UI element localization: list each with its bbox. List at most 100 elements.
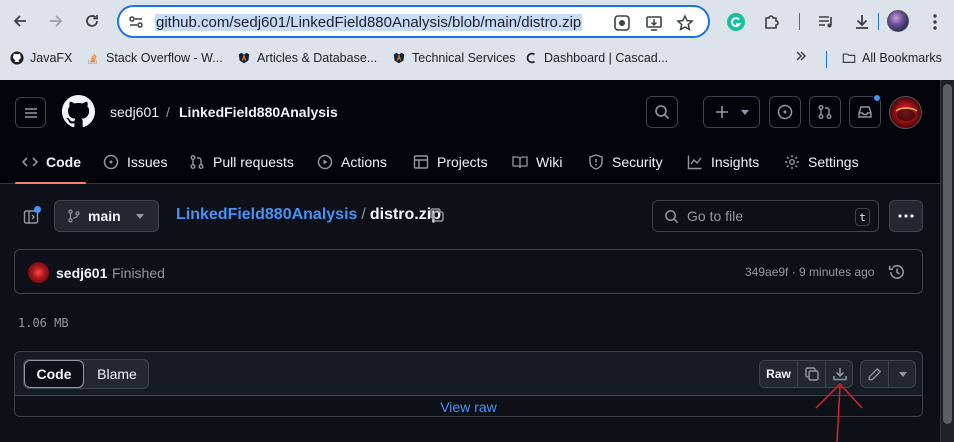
bookmark-label: Stack Overflow - W... <box>106 51 223 65</box>
tab-issues[interactable]: Issues <box>103 140 167 184</box>
play-icon <box>317 154 333 170</box>
tab-projects[interactable]: Projects <box>413 140 488 184</box>
search-button[interactable] <box>646 96 678 128</box>
blame-view-tab[interactable]: Blame <box>86 360 148 388</box>
kebab-horizontal-icon <box>898 214 914 218</box>
double-chevron-right-icon <box>796 51 807 61</box>
owner-repo-separator: / <box>166 104 170 120</box>
tab-actions[interactable]: Actions <box>317 140 387 184</box>
extensions-icon[interactable] <box>760 10 784 34</box>
bookmark-item[interactable]: Technical Services <box>392 51 516 65</box>
tab-settings[interactable]: Settings <box>784 140 859 184</box>
tab-security[interactable]: Security <box>588 140 663 184</box>
tab-insights[interactable]: Insights <box>687 140 759 184</box>
back-button[interactable] <box>7 8 33 34</box>
commit-author[interactable]: sedj601 <box>56 265 107 281</box>
bookmark-star-icon[interactable] <box>675 13 695 33</box>
bookmark-label: Dashboard | Cascad... <box>544 51 669 65</box>
git-pull-request-icon <box>818 105 832 119</box>
latest-commit-bar: sedj601 Finished 349ae9f · 9 minutes ago <box>14 249 923 294</box>
tab-pull-requests[interactable]: Pull requests <box>189 140 294 184</box>
file-tree-indicator-dot <box>34 206 41 213</box>
file-viewer: Code Blame Raw View raw <box>14 351 923 417</box>
github-logo-icon[interactable] <box>62 95 95 128</box>
breadcrumb: LinkedField880Analysis / distro.zip <box>176 206 441 224</box>
edit-more-dropdown[interactable] <box>889 361 916 387</box>
search-icon <box>665 209 679 223</box>
file-actions-group: Raw <box>759 360 853 388</box>
edit-file-button[interactable] <box>861 361 889 387</box>
download-icon[interactable] <box>850 10 874 34</box>
tab-label: Projects <box>437 154 488 170</box>
issue-icon <box>103 154 119 170</box>
create-new-button[interactable] <box>703 96 760 128</box>
view-mode-toggle: Code Blame <box>23 359 149 389</box>
all-bookmarks-button[interactable]: All Bookmarks <box>842 51 942 65</box>
stackoverflow-icon <box>87 53 98 64</box>
toolbar-divider <box>799 13 800 30</box>
bookmark-item[interactable]: Stack Overflow - W... <box>86 51 223 65</box>
bookmarks-bar: JavaFX Stack Overflow - W... Articles & … <box>0 47 954 73</box>
breadcrumb-separator: / <box>361 206 366 223</box>
branch-selector[interactable]: main <box>54 200 159 232</box>
bookmark-item[interactable]: Dashboard | Cascad... <box>524 51 668 65</box>
go-to-file-input[interactable]: Go to file t <box>652 200 879 232</box>
history-icon[interactable] <box>888 263 906 286</box>
commit-message[interactable]: Finished <box>112 265 165 281</box>
scrollbar-thumb[interactable] <box>943 84 952 424</box>
breadcrumb-repo-link[interactable]: LinkedField880Analysis <box>176 206 357 223</box>
profile-avatar[interactable] <box>887 10 909 32</box>
plus-icon <box>715 106 728 118</box>
copy-icon <box>430 208 444 222</box>
download-raw-button[interactable] <box>826 361 853 387</box>
view-raw-link[interactable]: View raw <box>15 399 922 415</box>
code-view-tab[interactable]: Code <box>24 360 84 388</box>
copy-path-button[interactable] <box>429 207 445 228</box>
chrome-menu-icon[interactable] <box>923 10 947 34</box>
gear-icon <box>784 154 800 170</box>
commit-meta[interactable]: 349ae9f · 9 minutes ago <box>745 265 874 279</box>
repo-header: sedj601 / LinkedField880Analysis Code Is… <box>0 80 940 184</box>
table-icon <box>413 154 429 170</box>
install-app-icon[interactable] <box>644 13 664 33</box>
pencil-icon <box>868 367 882 380</box>
more-options-button[interactable] <box>889 200 923 232</box>
code-icon <box>22 154 38 170</box>
git-branch-icon <box>68 209 80 223</box>
media-queue-icon[interactable] <box>814 10 838 34</box>
copy-raw-button[interactable] <box>798 361 826 387</box>
pull-requests-button[interactable] <box>809 96 841 128</box>
repo-owner-link[interactable]: sedj601 <box>110 104 159 120</box>
issue-opened-icon <box>777 104 793 120</box>
tab-code[interactable]: Code <box>22 140 81 184</box>
folder-icon <box>842 53 856 63</box>
bookmark-item[interactable]: Articles & Database... <box>237 51 377 65</box>
lens-icon[interactable] <box>612 13 632 33</box>
branch-name: main <box>88 208 121 224</box>
tab-label: Wiki <box>536 154 563 170</box>
forward-button[interactable] <box>43 8 69 34</box>
repo-name-link[interactable]: LinkedField880Analysis <box>179 104 338 120</box>
cascade-icon <box>526 52 536 64</box>
bookmark-item[interactable]: JavaFX <box>10 51 72 65</box>
commit-author-avatar[interactable] <box>28 262 49 283</box>
arrow-right-icon <box>50 15 63 27</box>
download-icon <box>832 368 847 381</box>
pull-request-icon <box>189 154 205 170</box>
tab-wiki[interactable]: Wiki <box>512 140 562 184</box>
all-bookmarks-label: All Bookmarks <box>862 51 942 65</box>
address-bar[interactable]: github.com/sedj601/LinkedField880Analysi… <box>117 5 710 38</box>
issues-button[interactable] <box>769 96 801 128</box>
user-avatar[interactable] <box>889 96 922 129</box>
page-scrollbar[interactable] <box>940 80 954 442</box>
site-settings-icon[interactable] <box>127 13 145 36</box>
url-text[interactable]: github.com/sedj601/LinkedField880Analysi… <box>155 14 583 31</box>
raw-button[interactable]: Raw <box>760 361 798 387</box>
grammarly-icon[interactable] <box>724 10 748 34</box>
global-nav-menu-button[interactable] <box>15 97 46 128</box>
reload-button[interactable] <box>79 8 105 34</box>
toolbar-divider <box>878 13 879 30</box>
triangle-down-icon <box>135 213 144 219</box>
triangle-down-icon <box>898 371 907 377</box>
bookmarks-overflow-button[interactable] <box>795 50 807 62</box>
